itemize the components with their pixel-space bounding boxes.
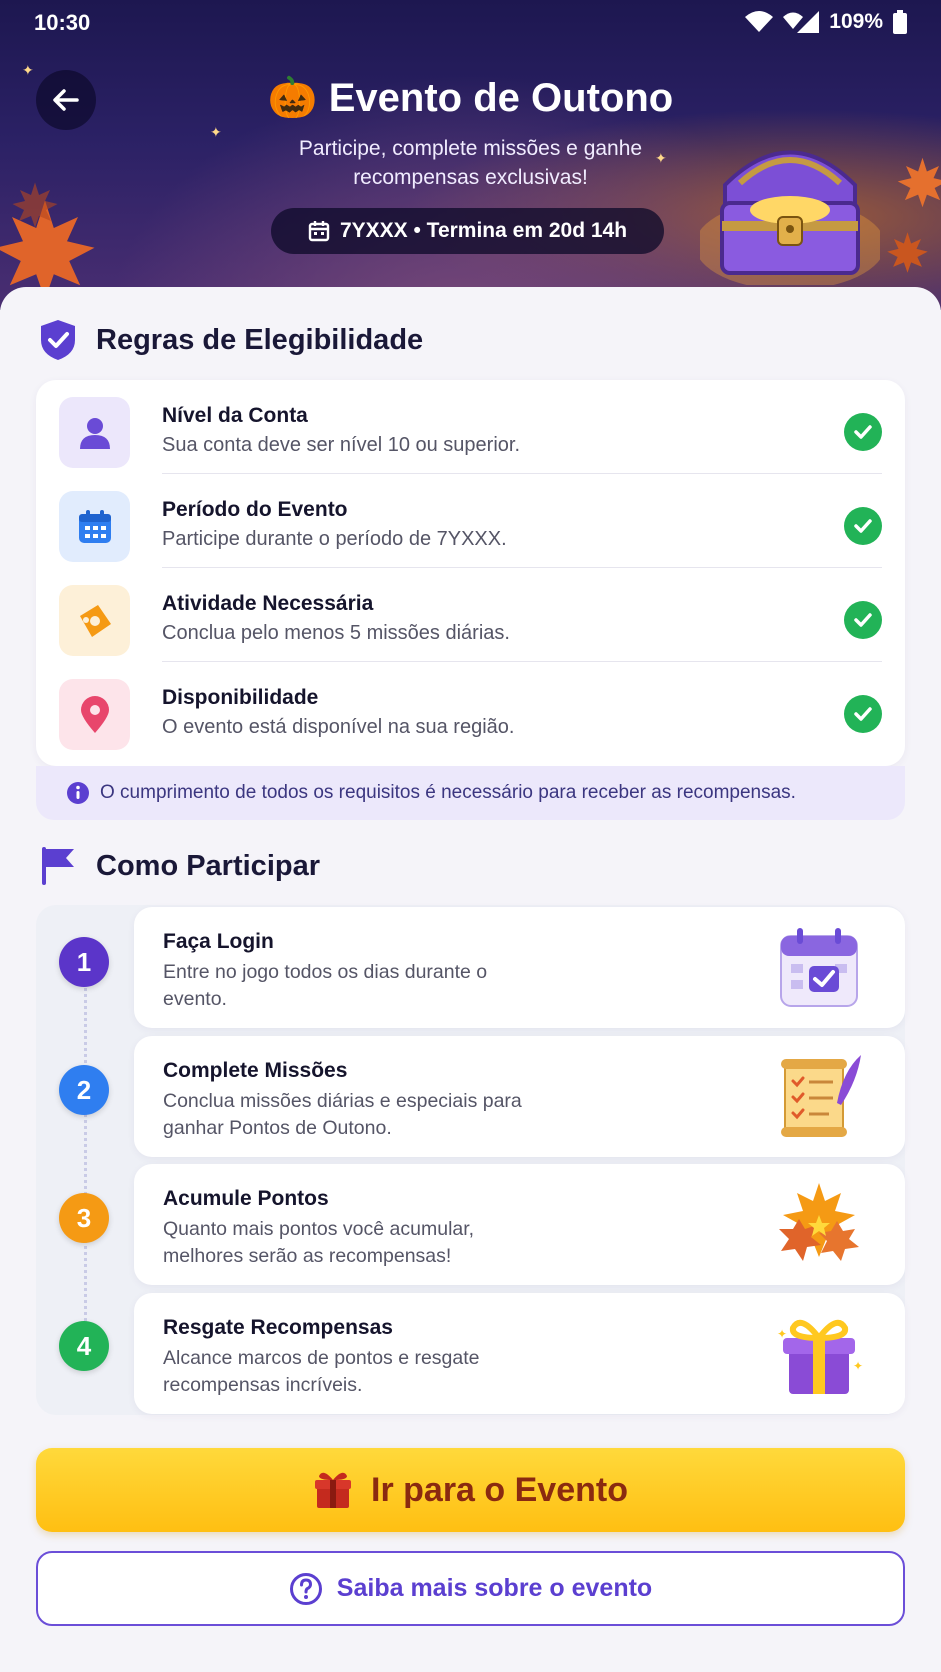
eligibility-title: Regras de Elegibilidade [96,323,424,356]
step-title: Acumule Pontos [163,1187,329,1210]
calendar-check-icon [780,928,858,1007]
requirements-notice: O cumprimento de todos os requisitos é n… [36,766,905,820]
sparkle-icon: ✦ [210,124,222,140]
rule-title: Disponibilidade [162,686,319,709]
step-number-2: 2 [59,1065,109,1115]
step-card-missions[interactable]: Complete Missões Conclua missões diárias… [134,1036,905,1157]
step-number-1: 1 [59,937,109,987]
rule-description: Participe durante o período de 7YXXX. [162,528,507,550]
battery-icon [893,10,907,34]
gift-box-icon: ✦ ✦ [777,1319,863,1394]
maple-leaf-icon [12,182,58,228]
calendar-icon [308,221,330,242]
participate-header: Como Participar [38,845,320,887]
page-title: 🎃 Evento de Outono [0,74,941,121]
participate-title: Como Participar [96,849,320,882]
rule-title: Período do Evento [162,498,348,521]
calendar-icon [59,491,130,562]
scroll-quill-icon [781,1055,861,1137]
wifi-icon [745,11,774,32]
rule-description: Conclua pelo menos 5 missões diárias. [162,622,510,644]
event-date-text: 7YXXX • Termina em 20d 14h [339,219,628,242]
rule-description: O evento está disponível na sua região. [162,716,515,738]
rule-availability: Disponibilidade O evento está disponível… [36,662,905,756]
rule-title: Nível da Conta [162,404,308,427]
rule-required-activity: Atividade Necessária Conclua pelo menos … [36,568,905,662]
step-description: Alcance marcos de pontos e resgate recom… [163,1347,480,1396]
shield-check-icon [41,320,75,360]
check-icon [844,601,882,639]
step-description: Quanto mais pontos você acumular, melhor… [163,1218,475,1267]
rule-event-period: Período do Evento Participe durante o pe… [36,474,905,568]
check-icon [844,413,882,451]
event-header: ✦ ✦ ✦ 10:30 109% 🎃 Evento de Outono Part… [0,0,941,310]
rule-description: Sua conta deve ser nível 10 ou superior. [162,434,521,456]
eligibility-header: Regras de Elegibilidade [38,318,423,362]
autumn-leaves-icon [779,1183,859,1261]
go-to-event-button[interactable]: Ir para o Evento [36,1448,905,1532]
event-subtitle: Participe, complete missões e ganhe reco… [298,137,643,189]
notice-text: O cumprimento de todos os requisitos é n… [100,782,796,803]
gift-icon [315,1472,352,1508]
step-card-rewards[interactable]: Resgate Recompensas Alcance marcos de po… [134,1293,905,1414]
eligibility-rules-card: Nível da Conta Sua conta deve ser nível … [36,380,905,766]
step-title: Faça Login [163,930,274,953]
step-number-4: 4 [59,1321,109,1371]
flag-icon [42,847,74,885]
check-icon [844,695,882,733]
status-time: 10:30 [34,10,91,35]
step-number-3: 3 [59,1193,109,1243]
step-card-login[interactable]: Faça Login Entre no jogo todos os dias d… [134,907,905,1028]
svg-text:✦: ✦ [777,1327,787,1341]
maple-leaf-icon [897,157,941,208]
event-date-pill: 7YXXX • Termina em 20d 14h [271,208,664,254]
status-bar: 10:30 109% [0,0,941,44]
maple-leaf-icon [887,232,928,273]
event-title: Evento de Outono [328,76,674,120]
treasure-chest-icon [700,150,880,285]
location-pin-icon [59,679,130,750]
step-card-points[interactable]: Acumule Pontos Quanto mais pontos você a… [134,1164,905,1285]
check-icon [844,507,882,545]
rule-account-level: Nível da Conta Sua conta deve ser nível … [36,380,905,474]
steps-connector [84,965,87,1345]
signal-icon [783,11,820,33]
step-description: Entre no jogo todos os dias durante o ev… [163,961,488,1010]
rule-title: Atividade Necessária [162,592,374,615]
pumpkin-emoji: 🎃 [267,76,318,120]
ticket-icon [59,585,130,656]
help-circle-icon [289,1572,322,1605]
battery-percent: 109% [829,10,883,33]
step-title: Complete Missões [163,1059,348,1082]
step-title: Resgate Recompensas [163,1316,393,1339]
learn-more-button[interactable]: Saiba mais sobre o evento [36,1551,905,1626]
user-icon [59,397,130,468]
step-description: Conclua missões diárias e especiais para… [163,1090,522,1139]
learn-more-label: Saiba mais sobre o evento [336,1574,653,1602]
go-to-event-label: Ir para o Evento [371,1470,628,1509]
info-icon [67,782,89,804]
svg-text:✦: ✦ [853,1359,863,1373]
